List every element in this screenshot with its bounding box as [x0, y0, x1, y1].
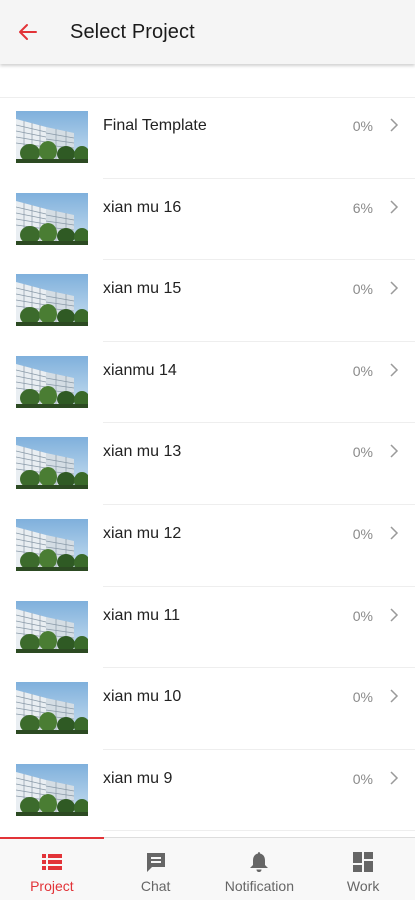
arrow-left-icon	[19, 24, 37, 40]
chevron-right-icon	[390, 771, 399, 785]
bell-icon	[250, 852, 269, 872]
project-list-item[interactable]: Final Template 0%	[0, 97, 415, 179]
project-name: xian mu 11	[103, 606, 181, 624]
project-progress: 0%	[352, 362, 373, 379]
project-thumbnail	[16, 111, 88, 163]
project-list-item[interactable]: xian mu 13 0%	[0, 423, 415, 505]
building-thumbnail-image	[16, 192, 88, 245]
project-list-item[interactable]: xian mu 9 0%	[0, 750, 415, 832]
chevron-right-icon	[390, 444, 399, 458]
bottom-nav: Project Chat Notification Work	[0, 837, 415, 900]
project-name: Final Template	[103, 117, 207, 134]
project-thumbnail	[16, 518, 88, 571]
project-list-item[interactable]: xian mu 15 0%	[0, 260, 415, 342]
chevron-right-icon	[390, 363, 399, 377]
page-title: Select Project	[70, 20, 195, 43]
project-progress: 0%	[352, 525, 373, 542]
project-progress: 6%	[352, 199, 373, 216]
tab-project-label: Project	[30, 878, 74, 894]
project-progress: 0%	[352, 444, 373, 461]
project-list-item[interactable]: xian mu 16 6%	[0, 179, 415, 261]
chat-icon	[146, 853, 165, 872]
project-progress: 0%	[352, 770, 373, 787]
building-thumbnail-image	[16, 600, 88, 653]
chevron-right-icon	[390, 200, 399, 214]
project-name: xian mu 10	[103, 688, 182, 706]
tab-notification[interactable]: Notification	[208, 838, 312, 900]
tab-work[interactable]: Work	[311, 838, 415, 900]
project-progress: 0%	[352, 607, 373, 624]
app-header: Select Project	[0, 0, 415, 64]
project-name: xian mu 9	[103, 769, 173, 787]
grid-icon	[353, 852, 374, 872]
tab-chat-label: Chat	[140, 878, 171, 894]
building-thumbnail-image	[16, 682, 88, 735]
project-list-item[interactable]: xianmu 14 0%	[0, 342, 415, 424]
chevron-right-icon	[390, 689, 399, 703]
project-thumbnail	[16, 682, 88, 735]
project-list-item[interactable]: xian mu 10 0%	[0, 668, 415, 750]
project-list-item[interactable]: xian mu 11 0%	[0, 587, 415, 669]
back-button[interactable]	[0, 0, 58, 64]
chevron-right-icon	[390, 526, 399, 540]
chevron-right-icon	[390, 281, 399, 295]
chevron-right-icon	[390, 608, 399, 622]
building-thumbnail-image	[16, 355, 88, 408]
project-name: xian mu 16	[103, 198, 182, 216]
project-name: xian mu 13	[103, 443, 182, 461]
building-thumbnail-image	[16, 518, 88, 571]
list-icon	[41, 854, 62, 870]
building-thumbnail-image	[16, 437, 88, 490]
project-thumbnail	[16, 192, 88, 245]
project-list: Final Template 0% xian mu 16 6% xian mu …	[0, 97, 415, 831]
project-progress: 0%	[352, 689, 373, 706]
project-thumbnail	[16, 437, 88, 490]
building-thumbnail-image	[16, 274, 88, 327]
building-thumbnail-image	[16, 111, 88, 163]
project-thumbnail	[16, 274, 88, 327]
chevron-right-icon	[390, 118, 399, 132]
project-thumbnail	[16, 600, 88, 653]
project-name: xian mu 15	[103, 280, 182, 298]
project-progress: 0%	[352, 118, 373, 134]
project-progress: 0%	[352, 281, 373, 298]
project-thumbnail	[16, 763, 88, 816]
tab-work-label: Work	[346, 878, 380, 894]
tab-chat[interactable]: Chat	[104, 838, 208, 900]
tab-notification-label: Notification	[224, 878, 294, 894]
building-thumbnail-image	[16, 763, 88, 816]
project-thumbnail	[16, 355, 88, 408]
project-list-item[interactable]: xian mu 12 0%	[0, 505, 415, 587]
project-name: xianmu 14	[103, 361, 177, 379]
project-name: xian mu 12	[103, 524, 182, 542]
tab-project[interactable]: Project	[0, 837, 104, 900]
